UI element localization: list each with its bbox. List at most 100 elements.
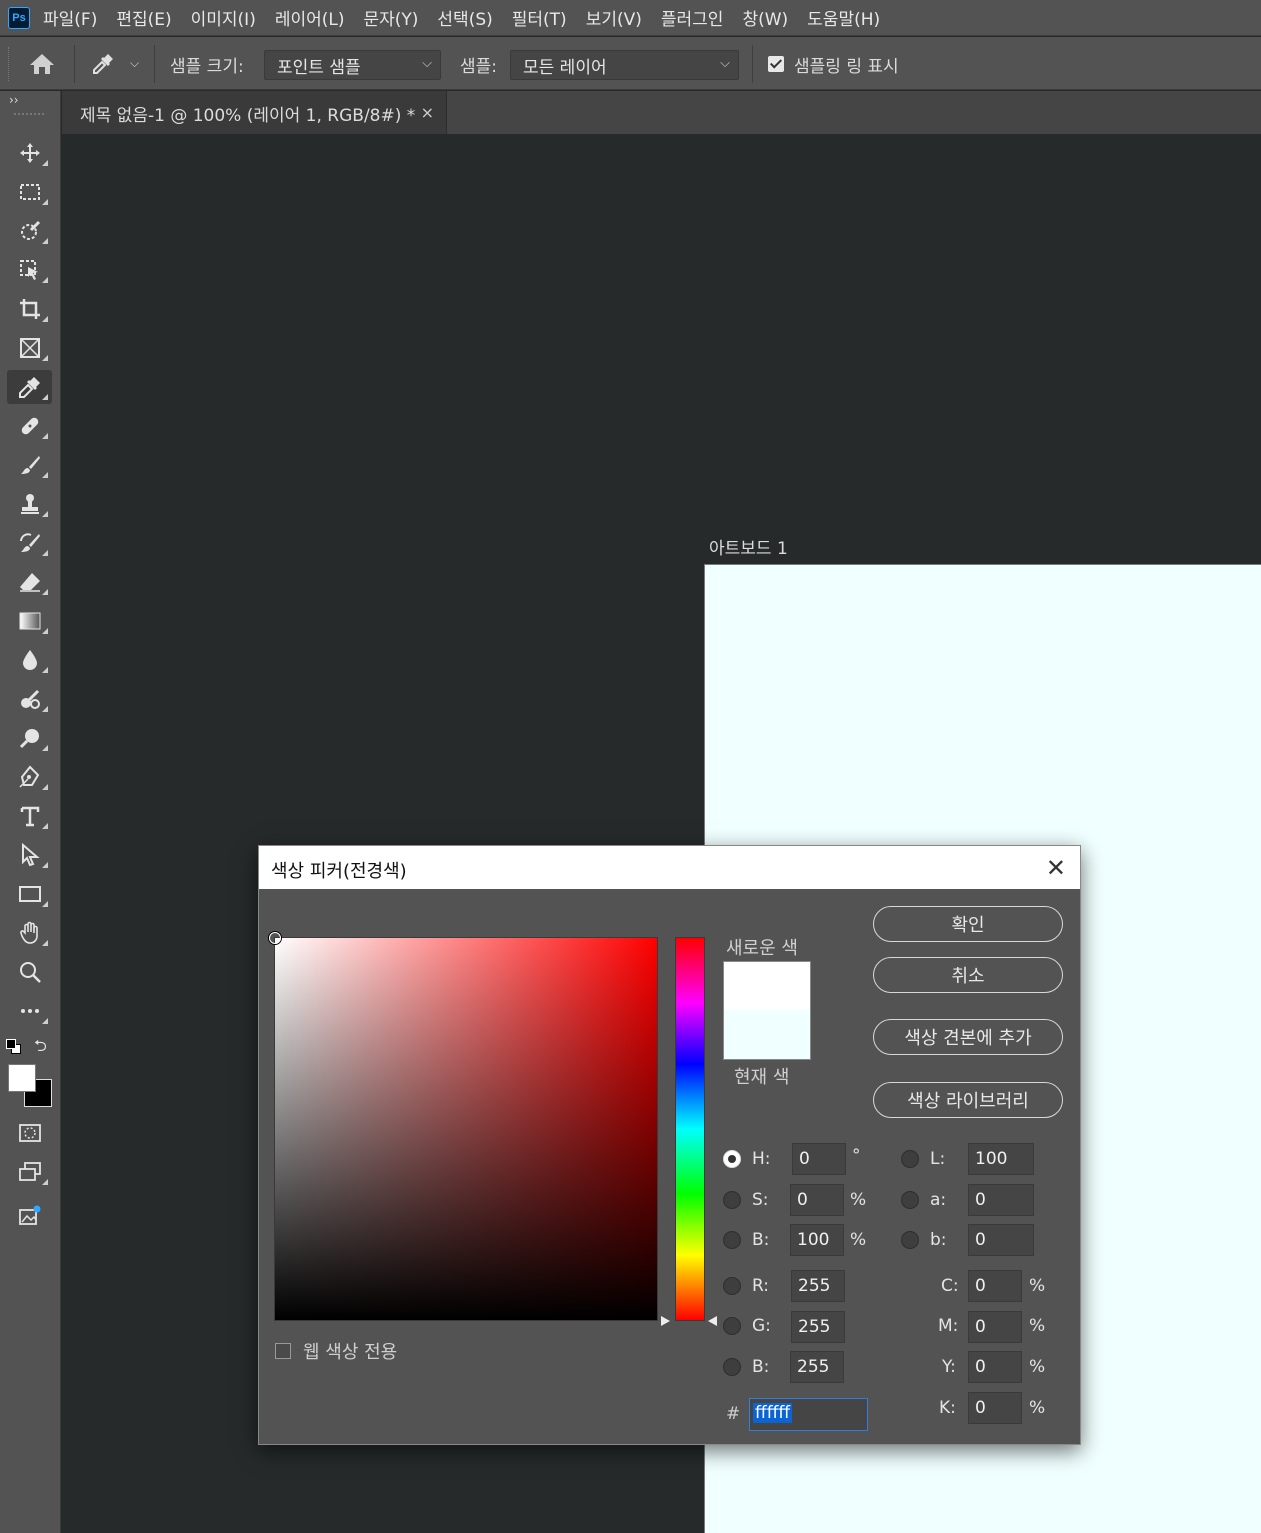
menu-image[interactable]: 이미지(I)	[191, 5, 256, 30]
history-brush-tool[interactable]	[7, 526, 52, 560]
blue-input[interactable]: 255	[790, 1351, 844, 1383]
saturation-brightness-field[interactable]	[269, 932, 658, 1321]
quick-selection-tool[interactable]	[7, 214, 52, 248]
black-label: K:	[939, 1398, 956, 1418]
object-selection-tool[interactable]	[7, 253, 52, 287]
lightness-input[interactable]: 100	[968, 1143, 1034, 1175]
sample-size-select[interactable]: 포인트 샘플 ⌵	[264, 50, 441, 80]
b-channel-input[interactable]: 0	[968, 1224, 1034, 1256]
dodge-tool[interactable]	[7, 682, 52, 716]
web-colors-only-checkbox[interactable]	[275, 1343, 291, 1359]
swap-colors-icon[interactable]: ⮌	[34, 1035, 47, 1062]
menu-edit[interactable]: 편집(E)	[116, 5, 171, 30]
pen-tool[interactable]	[7, 760, 52, 794]
healing-brush-tool[interactable]	[7, 409, 52, 443]
saturation-radio[interactable]	[723, 1191, 741, 1209]
menu-layer[interactable]: 레이어(L)	[275, 5, 345, 30]
move-icon	[19, 143, 40, 163]
brightness-input[interactable]: 100	[790, 1224, 844, 1256]
rectangle-tool[interactable]	[7, 877, 52, 911]
green-input[interactable]: 255	[791, 1311, 845, 1343]
lightness-radio[interactable]	[901, 1150, 919, 1168]
frame-tool[interactable]	[7, 331, 52, 365]
a-channel-radio[interactable]	[901, 1191, 919, 1209]
eraser-tool[interactable]	[7, 565, 52, 599]
stamp-icon	[20, 494, 39, 514]
hue-slider-right-arrow-icon[interactable]	[708, 1316, 717, 1326]
close-icon[interactable]: ✕	[1046, 854, 1066, 882]
dialog-title-bar[interactable]: 색상 피커(전경색) ✕	[259, 846, 1080, 889]
path-selection-tool[interactable]	[7, 838, 52, 872]
black-input[interactable]: 0	[968, 1392, 1022, 1424]
home-icon[interactable]	[28, 51, 56, 77]
hue-radio[interactable]	[723, 1150, 741, 1168]
menu-plugins[interactable]: 플러그인	[661, 5, 724, 30]
green-radio[interactable]	[723, 1317, 741, 1335]
hue-input[interactable]: 0	[792, 1143, 846, 1175]
artboard-title[interactable]: 아트보드 1	[709, 534, 788, 559]
document-tab-strip: 제목 없음-1 @ 100% (레이어 1, RGB/8#) * ×	[62, 91, 1261, 134]
color-field-marker[interactable]	[269, 932, 281, 944]
panel-collapse-icon[interactable]: ››	[9, 93, 19, 107]
color-libraries-button[interactable]: 색상 라이브러리	[873, 1082, 1063, 1118]
red-label: R:	[752, 1276, 770, 1296]
hand-tool[interactable]	[7, 916, 52, 950]
screen-mode-button[interactable]	[7, 1155, 52, 1189]
generative-fill-button[interactable]	[7, 1199, 52, 1233]
type-tool[interactable]	[7, 799, 52, 833]
options-bar-grip[interactable]	[8, 47, 11, 81]
saturation-input[interactable]: 0	[790, 1184, 844, 1216]
foreground-color-swatch[interactable]	[8, 1064, 36, 1092]
history-brush-icon	[19, 533, 40, 552]
marquee-tool[interactable]	[7, 175, 52, 209]
move-tool[interactable]	[7, 136, 52, 170]
document-tab[interactable]: 제목 없음-1 @ 100% (레이어 1, RGB/8#) * ×	[62, 91, 447, 134]
menu-window[interactable]: 창(W)	[742, 5, 788, 30]
current-color-swatch[interactable]	[723, 1010, 811, 1060]
sample-select[interactable]: 모든 레이어 ⌵	[510, 50, 739, 80]
hue-slider[interactable]	[675, 937, 705, 1321]
zoom-tool[interactable]	[7, 955, 52, 989]
close-tab-icon[interactable]: ×	[421, 103, 434, 122]
eyedropper-tool[interactable]	[7, 370, 52, 404]
crop-tool[interactable]	[7, 292, 52, 326]
blue-radio[interactable]	[723, 1358, 741, 1376]
magenta-input[interactable]: 0	[968, 1311, 1022, 1343]
percent-unit: %	[850, 1230, 867, 1250]
gradient-tool[interactable]	[7, 604, 52, 638]
tools-panel-grip[interactable]	[14, 113, 44, 117]
eyedropper-preset-icon[interactable]	[90, 51, 118, 77]
cyan-input[interactable]: 0	[968, 1270, 1022, 1302]
menu-bar: Ps 파일(F) 편집(E) 이미지(I) 레이어(L) 문자(Y) 선택(S)…	[0, 0, 1261, 36]
clone-stamp-tool[interactable]	[7, 487, 52, 521]
brightness-radio[interactable]	[723, 1231, 741, 1249]
menu-help[interactable]: 도움말(H)	[807, 5, 880, 30]
add-to-swatches-button[interactable]: 색상 견본에 추가	[873, 1019, 1063, 1055]
b-channel-radio[interactable]	[901, 1231, 919, 1249]
cancel-button[interactable]: 취소	[873, 957, 1063, 993]
saturation-label: S:	[752, 1190, 769, 1210]
red-radio[interactable]	[723, 1277, 741, 1295]
red-input[interactable]: 255	[791, 1270, 845, 1302]
menu-type[interactable]: 문자(Y)	[363, 5, 418, 30]
preset-chevron-down-icon[interactable]: ⌵	[130, 56, 139, 71]
menu-view[interactable]: 보기(V)	[586, 5, 642, 30]
menu-filter[interactable]: 필터(T)	[512, 5, 567, 30]
ok-button[interactable]: 확인	[873, 906, 1063, 942]
yellow-input[interactable]: 0	[968, 1351, 1022, 1383]
brush-tool[interactable]	[7, 448, 52, 482]
quick-mask-button[interactable]	[7, 1116, 52, 1150]
more-tools-button[interactable]	[7, 994, 52, 1028]
hex-input[interactable]: ffffff	[749, 1398, 868, 1431]
default-colors-icon[interactable]	[6, 1039, 22, 1055]
hue-slider-left-arrow-icon[interactable]	[661, 1316, 670, 1326]
zoom-tool-alt[interactable]	[7, 721, 52, 755]
menu-select[interactable]: 선택(S)	[437, 5, 492, 30]
menu-file[interactable]: 파일(F)	[43, 5, 97, 30]
eraser-icon	[19, 573, 40, 592]
web-colors-only-label: 웹 색상 전용	[303, 1342, 398, 1363]
blur-tool[interactable]	[7, 643, 52, 677]
photoshop-logo-icon[interactable]: Ps	[8, 6, 30, 29]
a-channel-input[interactable]: 0	[968, 1184, 1034, 1216]
show-sampling-ring-checkbox[interactable]	[768, 56, 784, 72]
